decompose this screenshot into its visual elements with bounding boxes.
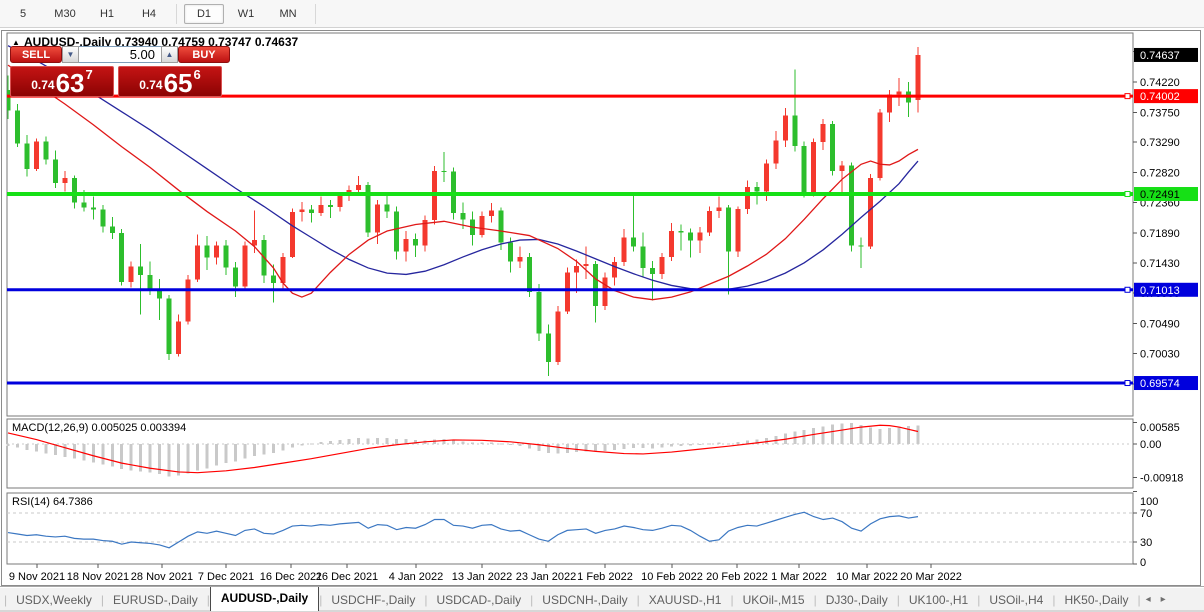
svg-text:10 Feb 2022: 10 Feb 2022 [641,571,703,583]
svg-text:7 Dec 2021: 7 Dec 2021 [198,571,254,583]
toolbar-separator [176,4,177,24]
chart-window[interactable]: ▲AUDUSD-,Daily 0.73940 0.74759 0.73747 0… [1,30,1201,586]
svg-text:0.70490: 0.70490 [1140,319,1180,331]
svg-text:0.71890: 0.71890 [1140,228,1180,240]
svg-text:0.73750: 0.73750 [1140,107,1180,119]
svg-text:0.71430: 0.71430 [1140,258,1180,270]
svg-text:26 Dec 2021: 26 Dec 2021 [316,571,378,583]
tab-xauusd-h1[interactable]: XAUUSD-,H1 [640,590,731,610]
svg-text:0.00: 0.00 [1140,439,1161,451]
timeframe-button-h1[interactable]: H1 [87,4,127,24]
symbol-tab-bar: |USDX,Weekly|EURUSD-,Daily|AUDUSD-,Daily… [0,586,1204,612]
line-handle[interactable] [1125,381,1130,386]
tab-uk100-h1[interactable]: UK100-,H1 [900,590,977,610]
svg-text:0.72491: 0.72491 [1140,189,1180,201]
line-handle[interactable] [1125,192,1130,197]
price-tag: 0.74637 [1134,48,1198,62]
svg-text:0.69574: 0.69574 [1140,378,1180,390]
sell-price-display[interactable]: 0.74637 [10,66,114,97]
sell-price-pip: 7 [86,67,93,82]
timeframe-button-w1[interactable]: W1 [226,4,266,24]
tab-usoil-h4[interactable]: USOil-,H4 [980,590,1052,610]
tab-usdcnh-daily[interactable]: USDCNH-,Daily [533,590,636,610]
svg-text:0.74002: 0.74002 [1140,91,1180,103]
line-handle[interactable] [1125,94,1130,99]
tab-usdcad-daily[interactable]: USDCAD-,Daily [427,590,530,610]
svg-text:-0.00918: -0.00918 [1140,473,1183,485]
mt4-terminal: { "toolbar": { "timeframes": [ {"label":… [0,0,1204,612]
svg-text:0.00585: 0.00585 [1140,422,1180,434]
tab-usdchf-daily[interactable]: USDCHF-,Daily [322,590,424,610]
price-tag: 0.69574 [1134,376,1198,390]
price-tag: 0.72491 [1134,187,1198,201]
sell-price-big: 63 [56,72,85,94]
price-tag: 0.71013 [1134,283,1198,297]
timeframe-button-d1[interactable]: D1 [184,4,224,24]
price-axis: 0.746900.742200.737500.732900.728200.723… [1133,47,1198,391]
svg-text:30: 30 [1140,537,1152,549]
svg-text:16 Dec 2021: 16 Dec 2021 [260,571,322,583]
svg-text:20 Mar 2022: 20 Mar 2022 [900,571,962,583]
svg-text:0.73290: 0.73290 [1140,137,1180,149]
svg-text:20 Feb 2022: 20 Feb 2022 [706,571,768,583]
sell-button[interactable]: SELL [10,46,62,63]
svg-text:100: 100 [1140,496,1158,508]
volume-increase-icon[interactable]: ▲ [161,46,178,63]
tab-usdx-weekly[interactable]: USDX,Weekly [7,590,101,610]
tab-scroll-left-icon[interactable]: ◂ [1141,592,1156,607]
price-tag: 0.74002 [1134,89,1198,103]
sell-price-prefix: 0.74 [31,78,54,92]
svg-text:0.74220: 0.74220 [1140,77,1180,89]
svg-text:70: 70 [1140,508,1152,520]
tab-audusd-daily[interactable]: AUDUSD-,Daily [210,586,319,611]
volume-decrease-icon[interactable]: ▼ [62,46,79,63]
tab-ukoil-m15[interactable]: UKOil-,M15 [734,590,814,610]
svg-text:0.72820: 0.72820 [1140,168,1180,180]
svg-text:1 Feb 2022: 1 Feb 2022 [577,571,633,583]
svg-text:0.74637: 0.74637 [1140,50,1180,62]
timeframe-button-5[interactable]: 5 [3,4,43,24]
macd-label: MACD(12,26,9) 0.005025 0.003394 [12,422,186,434]
tab-eurusd-daily[interactable]: EURUSD-,Daily [104,590,207,610]
volume-input[interactable] [79,46,161,63]
buy-button[interactable]: BUY [178,46,230,63]
tab-scroll-right-icon[interactable]: ▸ [1156,592,1171,607]
line-handle[interactable] [1125,287,1130,292]
toolbar-separator [315,4,316,24]
rsi-pane[interactable] [7,493,1133,564]
svg-text:10 Mar 2022: 10 Mar 2022 [836,571,898,583]
buy-price-pip: 6 [194,67,201,82]
svg-text:0: 0 [1140,557,1146,569]
timeframe-button-h4[interactable]: H4 [129,4,169,24]
svg-text:9 Nov 2021: 9 Nov 2021 [9,571,65,583]
one-click-trade-panel: SELL ▼ ▲ BUY 0.74637 0.74656 [10,46,230,97]
buy-price-big: 65 [164,72,193,94]
buy-price-display[interactable]: 0.74656 [118,66,222,97]
svg-text:4 Jan 2022: 4 Jan 2022 [389,571,443,583]
tab-hk50-daily[interactable]: HK50-,Daily [1055,590,1137,610]
svg-text:0.70030: 0.70030 [1140,348,1180,360]
svg-text:13 Jan 2022: 13 Jan 2022 [452,571,513,583]
timeframe-button-mn[interactable]: MN [268,4,308,24]
svg-text:28 Nov 2021: 28 Nov 2021 [131,571,193,583]
tab-dj30-daily[interactable]: DJ30-,Daily [817,590,897,610]
svg-text:1 Mar 2022: 1 Mar 2022 [771,571,827,583]
svg-text:0.71013: 0.71013 [1140,285,1180,297]
rsi-label: RSI(14) 64.7386 [12,496,93,508]
price-chart[interactable]: ▲AUDUSD-,Daily 0.73940 0.74759 0.73747 0… [2,31,1200,585]
date-axis: 9 Nov 202118 Nov 202128 Nov 2021 7 Dec 20… [9,564,962,583]
svg-text:23 Jan 2022: 23 Jan 2022 [516,571,577,583]
timeframe-toolbar: 5M30H1H4 D1W1MN [0,0,1204,28]
buy-price-prefix: 0.74 [139,78,162,92]
timeframe-button-m30[interactable]: M30 [45,4,85,24]
svg-text:18 Nov 2021: 18 Nov 2021 [67,571,129,583]
